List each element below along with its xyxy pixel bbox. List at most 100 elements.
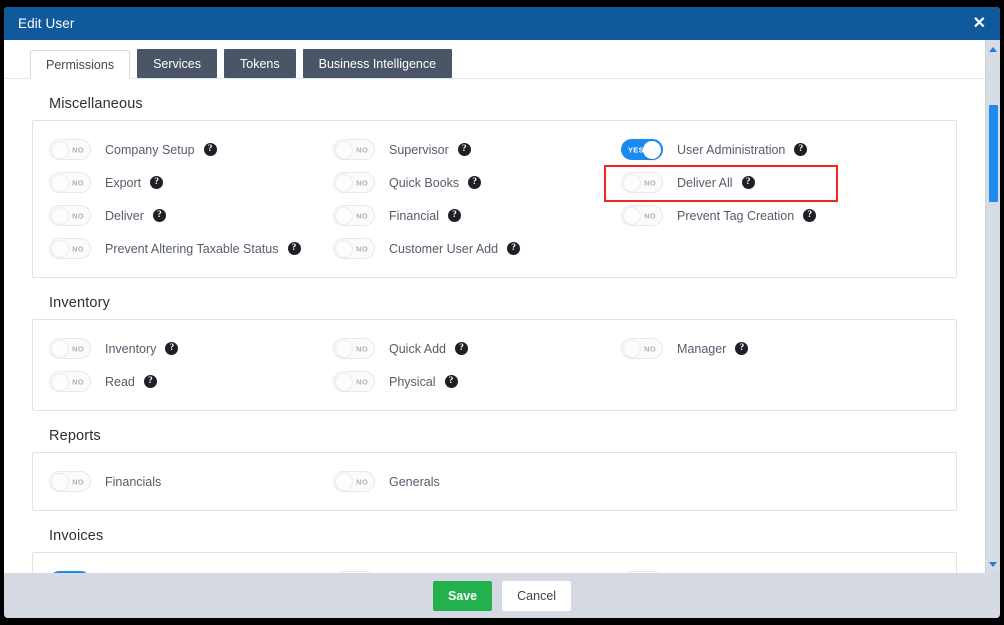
vertical-scrollbar[interactable]	[985, 40, 1000, 573]
toggle-financials[interactable]: NO	[49, 471, 91, 492]
toggle-knob	[335, 472, 353, 491]
toggle-state-label: NO	[356, 477, 368, 486]
help-icon[interactable]: ?	[457, 143, 471, 156]
toggle-deliver[interactable]: NO	[49, 205, 91, 226]
toggle-prevent-altering-taxable-status[interactable]: NO	[49, 238, 91, 259]
toggle-knob	[51, 239, 69, 258]
toggle-user-administration[interactable]: YES	[621, 139, 663, 160]
permissions-content: Miscellaneous NO Company Setup? NO Superviso…	[4, 96, 985, 573]
permission-item-prevent-altering-taxable-status: NO Prevent Altering Taxable Status?	[33, 238, 333, 259]
toggle-state-label: NO	[72, 477, 84, 486]
permission-item-edit: NOEdit	[621, 571, 921, 573]
help-icon[interactable]: ?	[794, 143, 808, 156]
permission-item-add: NOAdd	[333, 571, 621, 573]
permission-label: Company Setup	[105, 142, 195, 157]
help-icon[interactable]: ?	[468, 176, 482, 189]
close-icon[interactable]: ✕	[973, 15, 986, 32]
toggle-read[interactable]: NO	[49, 371, 91, 392]
toggle-inventory[interactable]: NO	[49, 338, 91, 359]
toggle-physical[interactable]: NO	[333, 371, 375, 392]
toggle-deliver-all[interactable]: NO	[621, 172, 663, 193]
toggle-edit[interactable]: NO	[621, 571, 663, 573]
permission-item-financials: NO Financials	[33, 471, 333, 492]
toggle-supervisor[interactable]: NO	[333, 139, 375, 160]
toggle-knob	[623, 173, 641, 192]
scrollbar-thumb[interactable]	[989, 105, 998, 202]
toggle-financial[interactable]: NO	[333, 205, 375, 226]
toggle-knob	[51, 206, 69, 225]
toggle-state-label: NO	[72, 145, 84, 154]
permission-label: Financials	[105, 474, 162, 489]
toggle-state-label: NO	[356, 145, 368, 154]
toggle-state-label: NO	[356, 178, 368, 187]
help-icon[interactable]: ?	[287, 242, 301, 255]
save-button[interactable]: Save	[432, 580, 493, 611]
dialog-body: Permissions Services Tokens Business Intell…	[4, 40, 1000, 573]
tab-bar: Permissions Services Tokens Business Intell…	[4, 40, 985, 79]
toggle-export[interactable]: NO	[49, 172, 91, 193]
permission-item-quick-books: NO Quick Books?	[333, 172, 621, 193]
permission-row: YESViewNOAddNOEdit	[33, 565, 956, 573]
permission-label: Generals	[389, 474, 440, 489]
permission-label: Prevent Tag Creation	[677, 208, 795, 223]
permission-item-read: NO Read?	[33, 371, 333, 392]
permission-label: Financial	[389, 208, 440, 223]
toggle-knob	[51, 173, 69, 192]
help-icon[interactable]: ?	[741, 176, 755, 189]
permission-row: NORead?NOPhysical?NO	[33, 365, 956, 398]
permission-label: Read	[105, 374, 135, 389]
section-title-miscellaneous: Miscellaneous	[49, 96, 143, 112]
help-icon[interactable]: ?	[203, 143, 217, 156]
dialog-footer: Save Cancel	[4, 573, 1000, 618]
toggle-customer-user-add[interactable]: NO	[333, 238, 375, 259]
scroll-up-arrow-icon[interactable]	[986, 42, 1000, 56]
section-card-miscellaneous: NO Company Setup? NO Supervisor? YES User Adm…	[32, 120, 957, 278]
toggle-company-setup[interactable]: NO	[49, 139, 91, 160]
toggle-state-label: NO	[356, 244, 368, 253]
section-card-inventory: NO Inventory? NO Quick Add? NO Manager? NO Read…	[32, 319, 957, 411]
toggle-state-label: YES	[628, 145, 644, 154]
help-icon[interactable]: ?	[152, 209, 166, 222]
toggle-add[interactable]: NO	[333, 571, 375, 573]
permission-item-financial: NO Financial?	[333, 205, 621, 226]
permission-item-supervisor: NO Supervisor?	[333, 139, 621, 160]
permission-label: Manager	[677, 341, 727, 356]
permission-row: NO Inventory? NO Quick Add? NO Manager?	[33, 332, 956, 365]
help-icon[interactable]: ?	[735, 342, 749, 355]
edit-user-dialog: Edit User ✕ Permissions Services Tokens Bus…	[4, 7, 1000, 618]
help-icon[interactable]: ?	[150, 176, 164, 189]
help-icon[interactable]: ?	[507, 242, 521, 255]
toggle-knob	[335, 339, 353, 358]
toggle-quick-books[interactable]: NO	[333, 172, 375, 193]
scroll-down-arrow-icon[interactable]	[986, 557, 1000, 571]
permission-label: Inventory	[105, 341, 157, 356]
help-icon[interactable]: ?	[803, 209, 817, 222]
help-icon[interactable]: ?	[454, 342, 468, 355]
toggle-quick-add[interactable]: NO	[333, 338, 375, 359]
tab-services[interactable]: Services	[137, 49, 218, 78]
toggle-manager[interactable]: NO	[621, 338, 663, 359]
permission-row: NO Export? NO Quick Books? NO Deliver All?	[33, 166, 956, 199]
toggle-prevent-tag-creation[interactable]: NO	[621, 205, 663, 226]
toggle-knob	[71, 572, 89, 573]
toggle-view[interactable]: YES	[49, 571, 91, 573]
permission-item-user-administration: YES User Administration?	[621, 139, 921, 160]
toggle-state-label: NO	[644, 344, 656, 353]
help-icon[interactable]: ?	[448, 209, 462, 222]
tab-tokens[interactable]: Tokens	[224, 49, 296, 78]
cancel-button[interactable]: Cancel	[502, 580, 572, 611]
help-icon[interactable]: ?	[165, 342, 179, 355]
permission-row: NO Deliver? NO Financial? NO Prevent Tag Crea…	[33, 199, 956, 232]
permission-label: User Administration	[677, 142, 786, 157]
toggle-state-label: NO	[72, 211, 84, 220]
help-icon[interactable]: ?	[444, 375, 458, 388]
permission-item-company-setup: NO Company Setup?	[33, 139, 333, 160]
toggle-generals[interactable]: NO	[333, 471, 375, 492]
toggle-knob	[51, 140, 69, 159]
toggle-state-label: NO	[72, 178, 84, 187]
dialog-titlebar: Edit User ✕	[4, 7, 1000, 40]
tab-permissions[interactable]: Permissions	[30, 50, 131, 79]
help-icon[interactable]: ?	[143, 375, 157, 388]
permission-label: Deliver All	[677, 175, 733, 190]
tab-business-intelligence[interactable]: Business Intelligence	[302, 49, 453, 78]
